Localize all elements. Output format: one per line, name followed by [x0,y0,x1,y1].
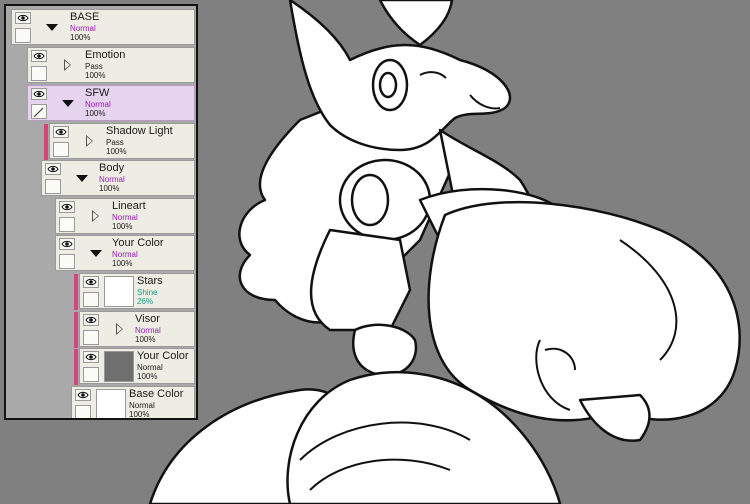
layer-name: Emotion [85,49,126,61]
layer-opacity: 100% [99,184,120,193]
layer-name: Body [99,162,125,174]
layer-opacity: 100% [135,335,156,344]
layer-thumbnail [104,351,134,382]
folder-expanded-icon[interactable] [46,24,58,31]
visibility-eye-icon[interactable] [83,276,99,288]
layer-name: SFW [85,87,110,99]
hand-shape [352,323,418,377]
layer-opacity: 100% [137,372,158,381]
layer-lock-checkbox[interactable] [45,179,61,194]
visibility-eye-icon[interactable] [75,389,91,401]
layer-name: BASE [70,11,100,23]
visibility-eye-icon[interactable] [45,163,61,175]
layer-row-emotion[interactable]: Emotion Pass 100% [27,47,195,83]
clipping-indicator [74,312,78,348]
layer-opacity: 26% [137,297,154,306]
visibility-eye-icon[interactable] [53,126,69,138]
layer-row-base-color[interactable]: Base Color Normal 100% [71,386,195,419]
layer-lock-checkbox[interactable] [83,367,99,382]
arm-shape [309,228,412,332]
edit-pencil-icon[interactable] [31,104,47,119]
visibility-eye-icon[interactable] [59,201,75,213]
folder-collapsed-icon[interactable] [116,323,123,335]
layer-row-stars[interactable]: Stars Shine 26% [74,273,195,310]
clipping-indicator [74,274,78,310]
layer-lock-checkbox[interactable] [59,217,75,232]
folder-expanded-icon[interactable] [90,250,102,257]
folder-expanded-icon[interactable] [62,100,74,107]
layer-blend-mode: Normal [112,213,138,222]
layer-lock-checkbox[interactable] [83,330,99,345]
layer-name: Base Color [129,388,184,400]
layer-row-your-color[interactable]: Your Color Normal 100% [74,348,195,385]
layer-panel: BASE Normal 100% Emotion Pass 100% SFW N… [4,4,198,420]
layer-name: Shadow Light [106,125,173,137]
layer-blend-mode: Normal [112,250,138,259]
layer-lock-checkbox[interactable] [83,292,99,307]
layer-row-base[interactable]: BASE Normal 100% [11,9,195,45]
layer-blend-mode: Normal [99,175,125,184]
layer-opacity: 100% [112,259,133,268]
layer-row-shadow-light[interactable]: Shadow Light Pass 100% [44,123,195,160]
layer-lock-checkbox[interactable] [59,254,75,269]
layer-blend-mode: Pass [85,62,103,71]
layer-opacity: 100% [112,222,133,231]
layer-opacity: 100% [85,71,106,80]
folder-collapsed-icon[interactable] [64,59,71,71]
layer-lock-checkbox[interactable] [53,142,69,157]
layer-name: Stars [137,275,163,287]
layer-name: Your Color [137,350,189,362]
layer-row-body[interactable]: Body Normal 100% [41,160,195,196]
clipping-indicator [44,124,48,160]
layer-blend-mode: Normal [135,326,161,335]
layer-opacity: 100% [129,410,150,419]
layer-thumbnail [96,389,126,418]
visibility-eye-icon[interactable] [59,238,75,250]
layer-blend-mode: Pass [106,138,124,147]
layer-name: Visor [135,313,160,325]
visibility-eye-icon[interactable] [83,314,99,326]
clipping-indicator [74,349,78,385]
layer-name: Your Color [112,237,164,249]
visibility-eye-icon[interactable] [31,88,47,100]
headphone-core [378,71,398,99]
layer-thumbnail [104,276,134,307]
shoulder-emblem [350,173,390,227]
visibility-eye-icon[interactable] [15,12,31,24]
layer-blend-mode: Normal [70,24,96,33]
layer-blend-mode: Normal [129,401,155,410]
visibility-eye-icon[interactable] [83,351,99,363]
layer-lock-checkbox[interactable] [75,405,91,418]
layer-row-lineart[interactable]: Lineart Normal 100% [55,198,195,234]
layer-lock-checkbox[interactable] [15,28,31,43]
layer-blend-mode: Shine [137,288,158,297]
layer-blend-mode: Normal [137,363,163,372]
layer-opacity: 100% [70,33,91,42]
layer-opacity: 100% [106,147,127,156]
folder-collapsed-icon[interactable] [86,135,93,147]
layer-row-your-color-folder[interactable]: Your Color Normal 100% [55,235,195,271]
layer-row-sfw[interactable]: SFW Normal 100% [27,85,195,121]
layer-name: Lineart [112,200,146,212]
folder-collapsed-icon[interactable] [92,210,99,222]
layer-blend-mode: Normal [85,100,111,109]
layer-opacity: 100% [85,109,106,118]
folder-expanded-icon[interactable] [76,175,88,182]
visibility-eye-icon[interactable] [31,50,47,62]
layer-row-visor[interactable]: Visor Normal 100% [74,311,195,348]
layer-lock-checkbox[interactable] [31,66,47,81]
